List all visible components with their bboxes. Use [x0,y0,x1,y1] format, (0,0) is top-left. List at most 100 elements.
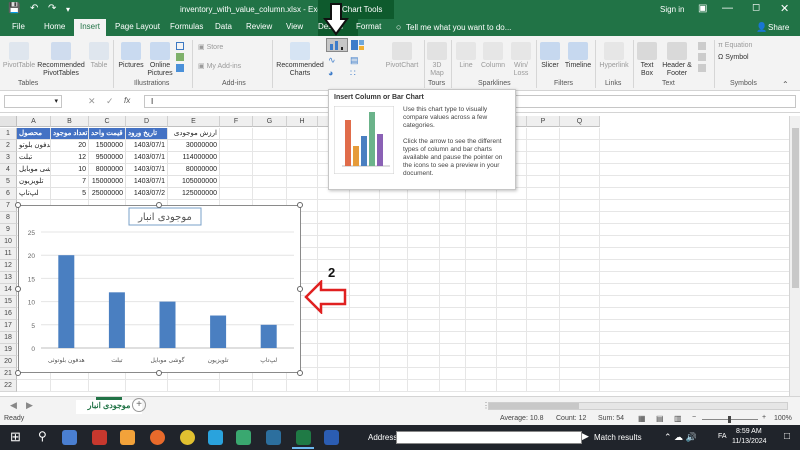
pie-chart-button[interactable]: ◕ [328,68,346,80]
minimize-button[interactable]: — [722,2,733,14]
row-header[interactable]: 20 [0,356,17,368]
row-header[interactable]: 10 [0,236,17,248]
page-break-icon[interactable]: ▥ [674,414,682,423]
column-header[interactable]: H [287,116,318,127]
table-cell[interactable]: گوشی موبایل [17,164,51,176]
chart-object[interactable]: موجودی انبار 0 5 10 15 20 25 هدفون بلوتوثی تبلت گ… [18,205,301,373]
zoom-slider-thumb[interactable] [728,416,731,423]
undo-icon[interactable]: ↶ [30,3,38,14]
vertical-scrollbar-thumb[interactable] [792,128,799,288]
store-button[interactable]: ▣ Store [198,43,223,51]
excel-taskbar-icon[interactable] [296,430,311,445]
resize-handle[interactable] [156,202,162,208]
row-header[interactable]: 5 [0,176,17,188]
sign-in-link[interactable]: Sign in [660,5,684,14]
language-indicator[interactable]: FA [718,433,727,440]
row-header[interactable]: 22 [0,380,17,392]
chart-bar[interactable] [108,292,125,348]
row-header[interactable]: 12 [0,260,17,272]
task-view-icon[interactable] [62,430,77,445]
clock-date[interactable]: 11/13/2024 [732,438,767,445]
share-button[interactable]: Share [768,23,789,32]
hierarchy-chart-button[interactable] [350,39,368,51]
chart-bar[interactable] [159,301,176,348]
resize-handle[interactable] [156,370,162,376]
chart-bar[interactable] [58,255,75,348]
word-taskbar-icon[interactable] [324,430,339,445]
row-header[interactable]: 19 [0,344,17,356]
share-icon[interactable]: 👤 [756,22,767,33]
fx-icon[interactable]: fx [124,96,130,105]
tab-format[interactable]: Format [356,22,381,31]
table-cell[interactable]: 1500000 [89,140,126,152]
resize-handle[interactable] [15,286,21,292]
table-cell[interactable]: 7 [51,176,89,188]
sparkline-column-button[interactable]: Column [479,42,507,70]
scroll-left-icon[interactable]: ◀ [10,400,17,411]
column-header[interactable]: B [51,116,89,127]
collapse-ribbon-icon[interactable]: ⌃ [782,80,789,89]
tab-home[interactable]: Home [44,22,65,31]
column-header[interactable]: G [253,116,287,127]
table-cell[interactable]: 1403/07/1 [126,164,168,176]
tab-file[interactable]: File [12,22,25,31]
column-chart-button[interactable] [326,38,348,52]
column-header[interactable]: E [168,116,220,127]
search-icon[interactable]: ⚲ [38,429,47,443]
hyperlink-button[interactable]: Hyperlink [598,42,630,70]
row-header[interactable]: 6 [0,188,17,200]
tab-formulas[interactable]: Formulas [170,22,203,31]
row-header[interactable]: 13 [0,272,17,284]
name-box[interactable]: ▾ [4,95,62,108]
column-header[interactable]: Q [560,116,600,127]
firefox-icon[interactable] [150,430,165,445]
tab-review[interactable]: Review [246,22,272,31]
table-cell[interactable]: 1403/07/1 [126,176,168,188]
table-cell[interactable]: تبلت [17,152,51,164]
table-cell[interactable]: 12 [51,152,89,164]
sparkline-line-button[interactable]: Line [455,42,477,70]
column-header[interactable]: D [126,116,168,127]
resize-handle[interactable] [297,370,303,376]
row-header[interactable]: 18 [0,332,17,344]
symbol-button[interactable]: Ω Symbol [718,54,749,61]
table-header-cell[interactable]: تعداد موجود [51,128,89,140]
slicer-button[interactable]: Slicer [539,42,561,70]
tab-page-layout[interactable]: Page Layout [115,22,160,31]
statistic-chart-button[interactable]: ▤ [350,55,368,67]
line-chart-button[interactable]: ∿ [328,55,346,67]
row-header[interactable]: 17 [0,320,17,332]
table-cell[interactable]: 125000000 [168,188,220,200]
row-header[interactable]: 2 [0,140,17,152]
tab-data[interactable]: Data [215,22,232,31]
address-go-icon[interactable]: ▶ [582,431,589,442]
table-cell[interactable]: 20 [51,140,89,152]
online-pictures-button[interactable]: Online Pictures [146,42,174,78]
resize-handle[interactable] [15,370,21,376]
horizontal-scrollbar[interactable] [488,402,788,410]
select-all-corner[interactable] [0,116,17,127]
row-header[interactable]: 3 [0,152,17,164]
cancel-icon[interactable]: ✕ [88,96,96,107]
sparkline-winloss-button[interactable]: Win/ Loss [509,42,533,78]
pictures-button[interactable]: Pictures [116,42,146,70]
enter-icon[interactable]: ✓ [106,96,114,107]
close-button[interactable]: ✕ [780,2,789,15]
shapes-icons[interactable] [176,42,186,82]
column-chart[interactable]: موجودی انبار 0 5 10 15 20 25 هدفون بلوتوثی تبلت گ… [19,206,302,374]
tray-icons[interactable]: ⌃ ☁ 🔊 [664,432,697,443]
maximize-button[interactable]: ◻ [752,2,760,13]
scatter-chart-button[interactable]: ∷ [350,68,368,80]
table-cell[interactable]: 5 [51,188,89,200]
table-header-cell[interactable]: محصول [17,128,51,140]
resize-handle[interactable] [297,286,303,292]
table-header-cell[interactable]: تاریخ ورود [126,128,168,140]
tell-me-input[interactable]: Tell me what you want to do... [406,23,511,32]
table-header-cell[interactable]: ارزش موجودی [168,128,220,140]
match-results-label[interactable]: Match results [594,433,642,442]
pivotchart-button[interactable]: PivotChart [382,42,422,70]
table-cell[interactable]: 9500000 [89,152,126,164]
app-icon[interactable] [236,430,251,445]
my-addins-button[interactable]: ▣ My Add-ins [198,62,241,70]
normal-view-icon[interactable]: ▦ [638,414,646,423]
